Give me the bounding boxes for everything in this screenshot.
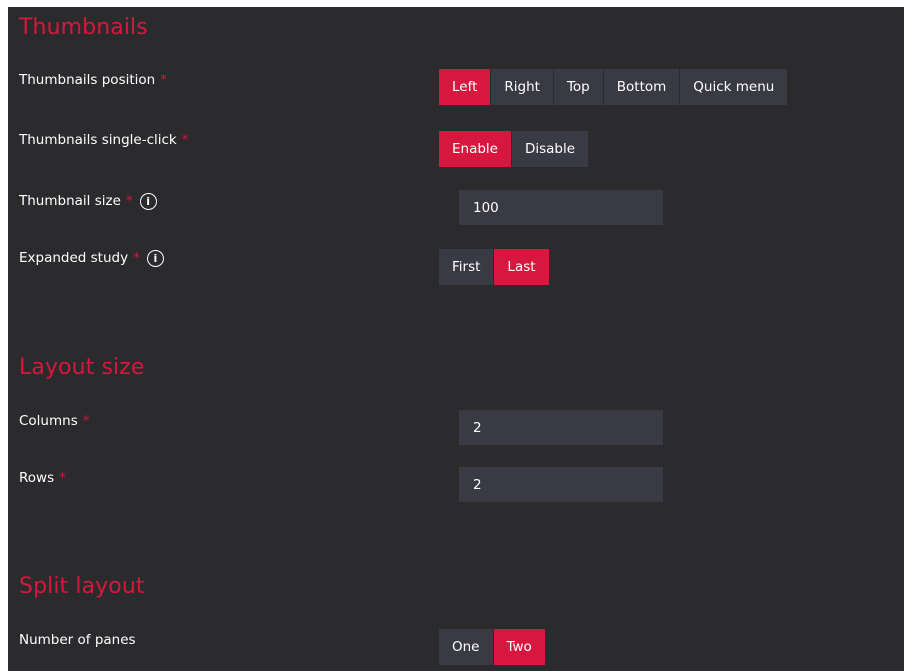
thumbnails-single-click-label: Thumbnails single-click * — [19, 131, 189, 149]
single-click-enable-button[interactable]: Enable — [439, 131, 512, 167]
position-left-button[interactable]: Left — [439, 69, 492, 105]
columns-input[interactable] — [459, 410, 663, 445]
required-asterisk: * — [59, 470, 66, 486]
expanded-study-label: Expanded study * i — [19, 249, 164, 267]
position-top-button[interactable]: Top — [553, 69, 604, 105]
rows-input[interactable] — [459, 467, 663, 502]
split-layout-section-title: Split layout — [19, 574, 145, 599]
expanded-study-first-button[interactable]: First — [439, 249, 495, 285]
expanded-study-label-text: Expanded study — [19, 250, 129, 266]
position-bottom-button[interactable]: Bottom — [603, 69, 681, 105]
thumbnail-size-label-text: Thumbnail size — [19, 193, 121, 209]
required-asterisk: * — [125, 193, 133, 209]
required-asterisk: * — [82, 413, 90, 429]
thumbnails-single-click-label-text: Thumbnails single-click — [19, 132, 177, 148]
rows-label: Rows * — [19, 469, 66, 487]
thumbnail-size-input[interactable] — [459, 190, 663, 225]
position-right-button[interactable]: Right — [491, 69, 554, 105]
settings-panel: Thumbnails Thumbnails position * Left Ri… — [8, 7, 904, 671]
required-asterisk: * — [181, 132, 189, 148]
columns-label-text: Columns — [19, 413, 78, 429]
thumbnails-position-label: Thumbnails position * — [19, 71, 167, 89]
info-icon[interactable]: i — [146, 249, 164, 267]
position-quick-menu-button[interactable]: Quick menu — [680, 69, 788, 105]
number-of-panes-label: Number of panes — [19, 631, 136, 649]
thumbnail-size-label: Thumbnail size * i — [19, 192, 157, 210]
info-icon[interactable]: i — [139, 192, 157, 210]
columns-label: Columns * — [19, 412, 89, 430]
panes-two-button[interactable]: Two — [493, 629, 545, 665]
number-of-panes-group: One Two — [439, 629, 545, 665]
expanded-study-group: First Last — [439, 249, 549, 285]
thumbnails-position-group: Left Right Top Bottom Quick menu — [439, 69, 788, 105]
required-asterisk: * — [160, 72, 167, 88]
panes-one-button[interactable]: One — [439, 629, 494, 665]
thumbnails-single-click-group: Enable Disable — [439, 131, 589, 167]
rows-label-text: Rows — [19, 470, 55, 486]
single-click-disable-button[interactable]: Disable — [511, 131, 589, 167]
thumbnails-position-label-text: Thumbnails position — [19, 72, 156, 88]
thumbnails-section-title: Thumbnails — [19, 15, 148, 40]
expanded-study-last-button[interactable]: Last — [494, 249, 549, 285]
layout-size-section-title: Layout size — [19, 355, 145, 380]
required-asterisk: * — [133, 250, 140, 266]
number-of-panes-label-text: Number of panes — [19, 632, 136, 648]
